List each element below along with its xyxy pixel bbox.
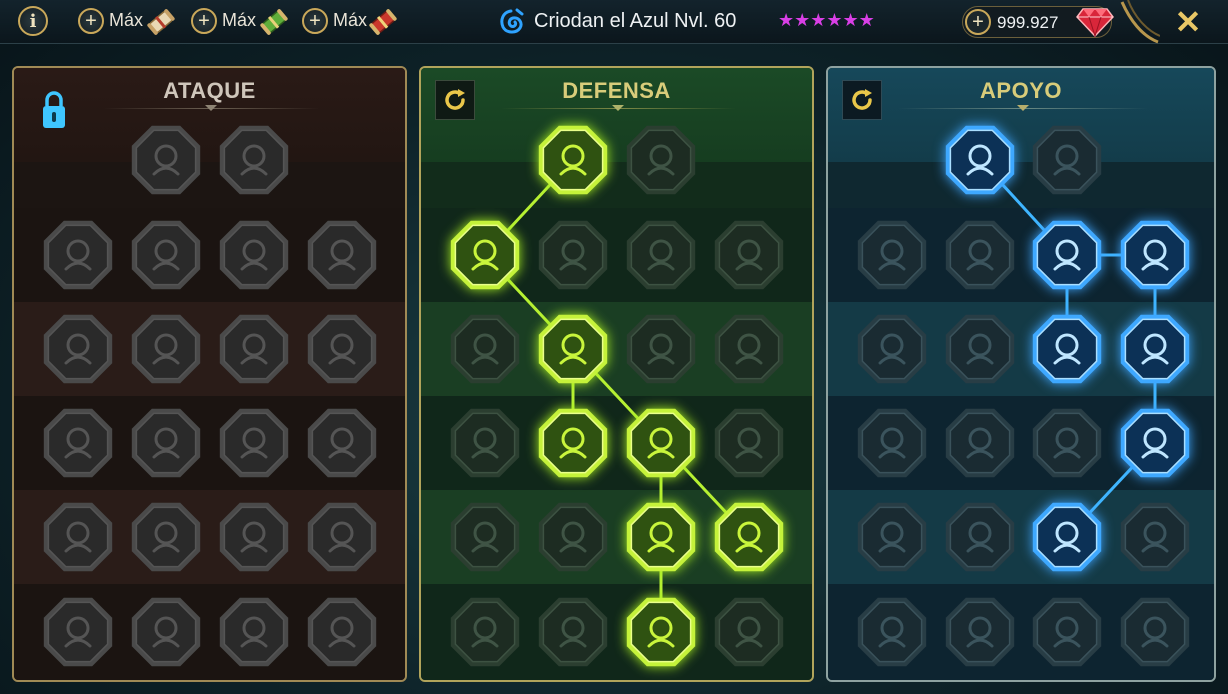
skull-slash-icon[interactable] <box>216 311 292 387</box>
heart-chain-icon[interactable] <box>854 405 930 481</box>
affinity-magic-icon <box>500 8 524 34</box>
star-rating: ★★★★★★ <box>778 10 875 30</box>
strongman-icon[interactable] <box>711 594 787 670</box>
skull-heart-icon[interactable] <box>623 311 699 387</box>
heart-lock-icon[interactable] <box>40 405 116 481</box>
hourglass-icon[interactable] <box>535 405 611 481</box>
skull-helm-icon[interactable] <box>304 594 380 670</box>
title-caret <box>612 105 624 111</box>
ruby-gem-icon <box>1076 8 1114 38</box>
winged-boot-icon[interactable] <box>942 499 1018 575</box>
healing-hand-icon[interactable] <box>711 499 787 575</box>
anatomical-heart-icon[interactable] <box>535 217 611 293</box>
raised-fist-icon[interactable] <box>623 122 699 198</box>
scythe-icon[interactable] <box>304 311 380 387</box>
claw-slash-icon[interactable] <box>216 122 292 198</box>
flaming-skull-icon[interactable] <box>1029 217 1105 293</box>
sparkle-person-icon[interactable] <box>854 311 930 387</box>
boost-add-button-1[interactable]: + <box>78 8 104 34</box>
dagger-shield-icon[interactable] <box>216 499 292 575</box>
swirl-shield-icon[interactable] <box>1029 122 1105 198</box>
triple-drop-icon[interactable] <box>535 499 611 575</box>
boost-add-button-3[interactable]: + <box>302 8 328 34</box>
info-icon: i <box>29 10 37 32</box>
seeing-eye-icon[interactable] <box>1029 499 1105 575</box>
mastery-screen: i + Máx + Máx + Máx Criodan el Azul Nvl.… <box>0 0 1228 694</box>
crossed-swords-icon[interactable] <box>128 122 204 198</box>
panel-title-defense: DEFENSA <box>562 78 671 103</box>
panel-title-support: APOYO <box>980 78 1062 103</box>
armored-knight-icon[interactable] <box>447 594 523 670</box>
bald-head-icon[interactable] <box>711 311 787 387</box>
spiked-skull-icon[interactable] <box>623 594 699 670</box>
boost-max-label-1: Máx <box>109 10 144 30</box>
eagle-head-icon[interactable] <box>1117 594 1193 670</box>
meteor-icon[interactable] <box>942 405 1018 481</box>
ornament-curve <box>1120 0 1160 44</box>
wounded-giant-icon[interactable] <box>623 217 699 293</box>
boost-max-label-2: Máx <box>222 10 257 30</box>
info-button[interactable]: i <box>18 6 48 36</box>
bleeding-heart-icon[interactable] <box>304 217 380 293</box>
chevron-shield-icon[interactable] <box>447 217 523 293</box>
armor-plates-icon[interactable] <box>535 122 611 198</box>
lightning-chain-icon[interactable] <box>304 405 380 481</box>
green-scroll-icon <box>260 9 288 35</box>
lightning-shield-icon[interactable] <box>942 311 1018 387</box>
top-bar: i + Máx + Máx + Máx Criodan el Azul Nvl.… <box>0 0 1228 44</box>
title-caret <box>205 105 217 111</box>
running-man-icon[interactable] <box>447 499 523 575</box>
broken-blade-icon[interactable] <box>711 217 787 293</box>
horned-demon-icon[interactable] <box>216 594 292 670</box>
fist-strike-icon[interactable] <box>128 405 204 481</box>
axe-icon[interactable] <box>216 405 292 481</box>
silhouette-crowd-icon[interactable] <box>447 405 523 481</box>
red-scroll-icon <box>369 9 397 35</box>
close-icon: ✕ <box>1174 4 1202 40</box>
add-gems-button[interactable]: + <box>965 9 991 35</box>
helmet-icon[interactable] <box>128 594 204 670</box>
reaching-hand-icon[interactable] <box>1117 217 1193 293</box>
parchment-scroll-icon <box>147 9 175 35</box>
broken-crossbow-icon[interactable] <box>40 499 116 575</box>
flexing-warrior-icon[interactable] <box>304 499 380 575</box>
gem-amount: 999.927 <box>997 13 1059 32</box>
compass-star-icon[interactable] <box>854 499 930 575</box>
bull-head-icon[interactable] <box>711 405 787 481</box>
shattered-ground-icon[interactable] <box>1029 311 1105 387</box>
tangled-figure-icon[interactable] <box>1117 499 1193 575</box>
sword-cloak-icon[interactable] <box>128 217 204 293</box>
hand-drop-icon[interactable] <box>623 405 699 481</box>
open-book-icon[interactable] <box>1029 405 1105 481</box>
boost-add-button-2[interactable]: + <box>191 8 217 34</box>
winged-shield-icon[interactable] <box>535 594 611 670</box>
demon-heart-icon[interactable] <box>40 217 116 293</box>
shadow-figure-icon[interactable] <box>1117 311 1193 387</box>
gauntlet-skull-icon[interactable] <box>1029 594 1105 670</box>
knight-shield-icon[interactable] <box>535 311 611 387</box>
grim-skull-icon[interactable] <box>942 594 1018 670</box>
heart-plus-icon[interactable] <box>942 122 1018 198</box>
knight-horse-icon[interactable] <box>40 311 116 387</box>
panel-title-attack: ATAQUE <box>163 78 256 103</box>
hooded-figure-icon[interactable] <box>447 311 523 387</box>
sun-skull-icon[interactable] <box>623 499 699 575</box>
title-caret <box>1017 105 1029 111</box>
hero-name-level: Criodan el Azul Nvl. 60 <box>534 10 737 32</box>
poison-flask-icon[interactable] <box>854 594 930 670</box>
skull-icon[interactable] <box>128 499 204 575</box>
shield-arrow-icon[interactable] <box>216 217 292 293</box>
close-button[interactable]: ✕ <box>1170 4 1206 40</box>
fangs-icon[interactable] <box>128 311 204 387</box>
praying-hands-icon[interactable] <box>854 217 930 293</box>
boost-max-label-3: Máx <box>333 10 368 30</box>
rune-shield-icon[interactable] <box>942 217 1018 293</box>
sword-spark-icon[interactable] <box>40 594 116 670</box>
glaring-eyes-icon[interactable] <box>1117 405 1193 481</box>
